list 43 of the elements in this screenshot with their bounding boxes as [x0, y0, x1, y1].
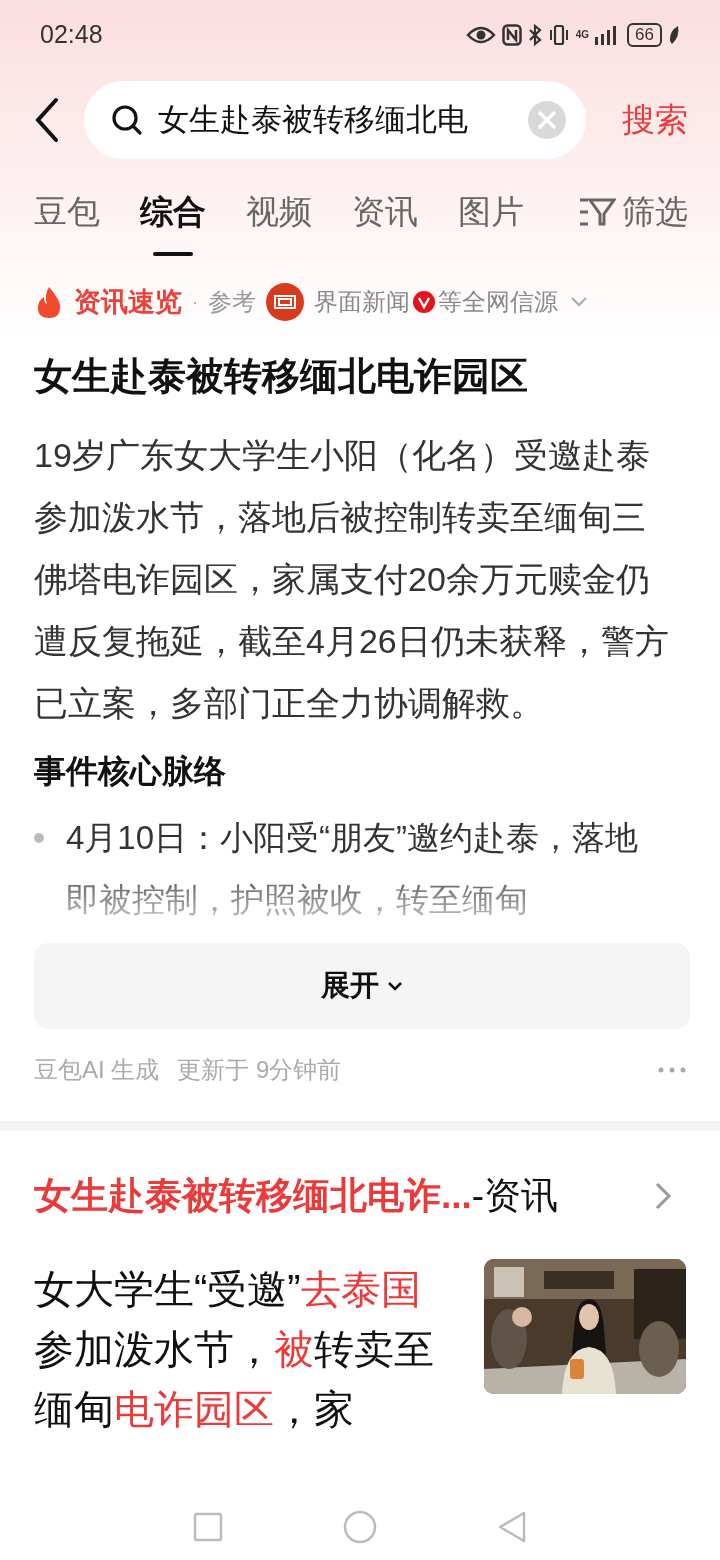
chevron-down-icon	[387, 981, 403, 991]
clear-icon[interactable]	[528, 101, 566, 139]
source-logo-icon	[266, 283, 304, 321]
tab[interactable]: 图片	[458, 182, 524, 242]
battery-indicator: 66	[627, 23, 662, 47]
result-snippet: 女大学生“受邀”去泰国 参加泼水节，被转卖至缅甸电诈园区，家	[34, 1266, 435, 1433]
network-label: 4G	[575, 30, 590, 40]
search-button[interactable]: 搜索	[622, 95, 688, 145]
section-heading: 事件核心脉络	[34, 752, 227, 791]
chevron-down-icon[interactable]	[570, 296, 588, 308]
search-icon	[110, 103, 144, 137]
verified-icon	[413, 291, 435, 313]
summary-headline: 女生赴泰被转移缅北电诈园区	[34, 354, 529, 399]
tab[interactable]: 视频	[246, 182, 312, 242]
chevron-right-icon[interactable]	[654, 1181, 672, 1211]
bluetooth-icon	[527, 24, 542, 46]
reference-label: 参考	[208, 287, 256, 317]
leaf-icon	[668, 25, 680, 45]
section-label: 资讯速览	[74, 285, 182, 319]
tab[interactable]: 豆包	[34, 182, 100, 242]
updated-time: 更新于 9分钟前	[177, 1055, 342, 1085]
nfc-icon	[501, 24, 522, 46]
back-nav-icon[interactable]	[497, 1510, 527, 1544]
source-name[interactable]: 界面新闻	[314, 284, 410, 320]
sources-label[interactable]: 等全网信源	[438, 284, 558, 320]
summary-text: 19岁广东女大学生小阳（化名）受邀赴泰参加泼水节，落地后被控制转卖至缅甸三佛塔电诈园区，家属支付20余万元赎金仍遭反复拖延，截至4月26日仍未获释，警方已立案，多部门正全力协调解救。	[34, 435, 670, 724]
tab[interactable]: 综合	[140, 182, 206, 242]
result-title[interactable]: 女生赴泰被转移缅北电诈...-资讯	[34, 1168, 559, 1224]
more-icon[interactable]	[658, 1067, 686, 1073]
home-icon[interactable]	[343, 1510, 377, 1544]
expand-button[interactable]: 展开	[34, 943, 690, 1029]
filter-button[interactable]: 筛选	[578, 187, 688, 237]
tab[interactable]: 资讯	[352, 182, 418, 242]
eye-icon	[465, 25, 496, 45]
vibrate-icon	[547, 24, 570, 46]
signal-icon	[595, 25, 618, 45]
generator-label: 豆包AI 生成	[34, 1055, 160, 1085]
search-field[interactable]: 女生赴泰被转移缅北电	[84, 81, 586, 159]
status-time: 02:48	[40, 19, 103, 51]
recent-apps-icon[interactable]	[193, 1512, 223, 1542]
filter-icon	[578, 196, 616, 228]
separator-dot: ·	[192, 290, 198, 314]
tab-underline	[153, 252, 193, 256]
